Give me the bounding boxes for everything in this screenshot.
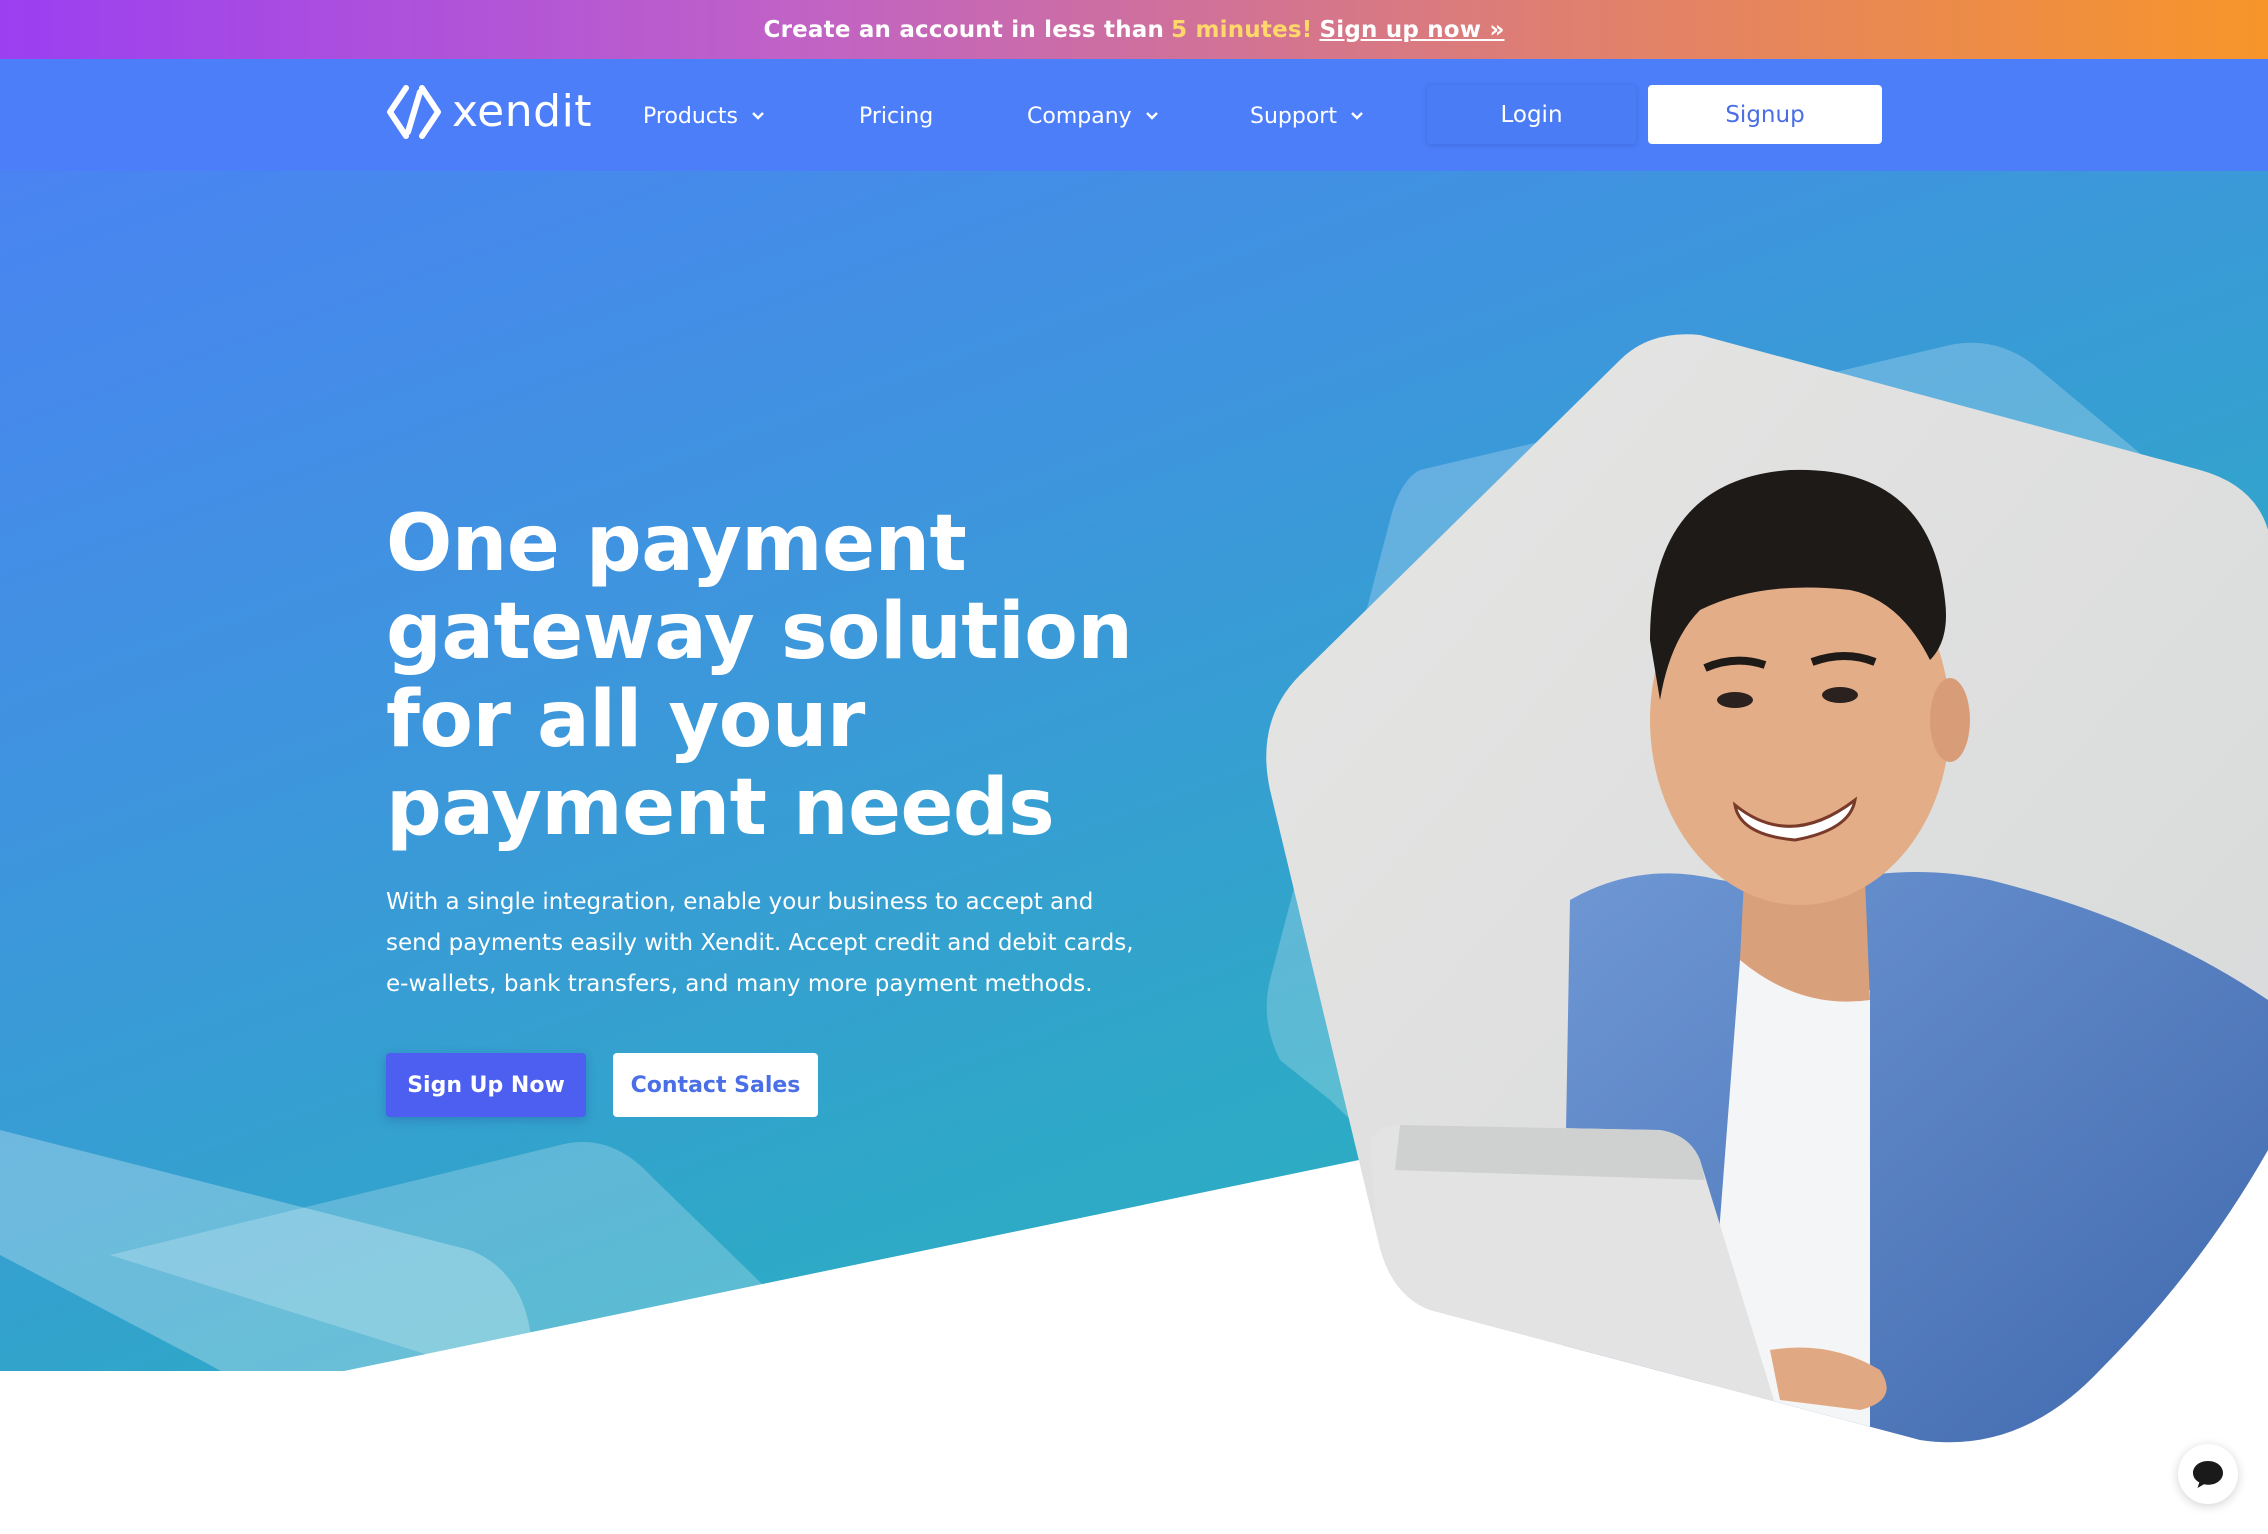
sign-up-now-button[interactable]: Sign Up Now (386, 1053, 586, 1117)
logo[interactable]: xendit (386, 83, 592, 141)
hero-headline-line: gateway solution (386, 587, 1133, 677)
chat-bubble-icon (2193, 1461, 2223, 1488)
promo-bar: Create an account in less than 5 minutes… (0, 0, 2268, 59)
chevron-down-icon (1351, 112, 1363, 120)
chat-widget-button[interactable] (2178, 1444, 2238, 1504)
nav-support[interactable]: Support (1250, 99, 1365, 133)
login-button[interactable]: Login (1427, 85, 1636, 144)
nav-support-label: Support (1250, 103, 1337, 129)
xendit-logo-icon (387, 85, 441, 139)
hero-headline-line: payment needs (386, 763, 1055, 853)
chevron-down-icon (1145, 112, 1158, 120)
hero-headline: One payment gateway solution for all you… (386, 500, 1166, 852)
contact-sales-button[interactable]: Contact Sales (613, 1053, 818, 1117)
promo-signup-link[interactable]: Sign up now » (1319, 17, 1504, 43)
nav-pricing-label: Pricing (859, 103, 934, 129)
signup-button[interactable]: Signup (1648, 85, 1882, 144)
nav-company[interactable]: Company (1027, 99, 1160, 133)
chevron-down-icon (752, 112, 764, 120)
promo-highlight: 5 minutes! (1171, 16, 1313, 43)
hero-description: With a single integration, enable your b… (386, 889, 1134, 997)
hero-headline-line: One payment (386, 499, 967, 589)
hero-headline-line: for all your (386, 675, 865, 765)
nav-products[interactable]: Products (643, 99, 766, 133)
logo-text: xendit (452, 86, 593, 137)
promo-text: Create an account in less than (763, 16, 1165, 43)
nav-company-label: Company (1027, 103, 1132, 129)
main-navigation: xendit Products Pricing Company Support … (0, 59, 2268, 171)
nav-products-label: Products (643, 103, 738, 129)
nav-pricing[interactable]: Pricing (859, 99, 933, 133)
